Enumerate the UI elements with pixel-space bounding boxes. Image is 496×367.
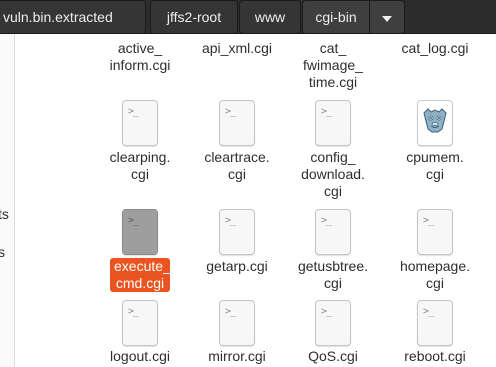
file-name: clearping. cgi bbox=[109, 149, 171, 182]
prompt-glyph: >_ bbox=[128, 306, 139, 317]
chevron-down-icon bbox=[382, 16, 392, 22]
file-name: api_xml.cgi bbox=[201, 40, 273, 56]
file-name: config_ download. cgi bbox=[301, 149, 365, 199]
file-name: cpumem. cgi bbox=[406, 149, 464, 182]
file-name: cat_ fwimage_ time.cgi bbox=[303, 40, 363, 90]
prompt-glyph: >_ bbox=[321, 106, 332, 117]
breadcrumb-label: jffs2-root bbox=[166, 9, 222, 25]
script-icon: >_ bbox=[122, 300, 158, 346]
file-manager-window: vuln.bin.extracted jffs2-root www cgi-bi… bbox=[0, 0, 496, 367]
breadcrumb-jffs2-root[interactable]: jffs2-root bbox=[150, 0, 238, 34]
prompt-glyph: >_ bbox=[225, 306, 236, 317]
camel-image-icon bbox=[417, 100, 453, 146]
sidebar: ts s bbox=[0, 34, 15, 367]
path-bar: vuln.bin.extracted jffs2-root www cgi-bi… bbox=[0, 0, 496, 34]
prompt-glyph: >_ bbox=[225, 215, 236, 226]
script-icon: >_ bbox=[315, 100, 351, 146]
prompt-glyph: >_ bbox=[423, 215, 434, 226]
breadcrumb-label: vuln.bin.extracted bbox=[3, 9, 113, 25]
script-icon: >_ bbox=[315, 209, 351, 255]
breadcrumb-label: www bbox=[254, 9, 286, 25]
file-name: active_ inform.cgi bbox=[109, 40, 171, 73]
prompt-glyph: >_ bbox=[321, 215, 332, 226]
breadcrumb-label: cgi-bin bbox=[315, 9, 357, 25]
file-name: getarp.cgi bbox=[206, 258, 268, 274]
camel-logo-icon bbox=[419, 102, 451, 144]
file-name: reboot.cgi bbox=[404, 348, 466, 364]
breadcrumb-cgi-bin[interactable]: cgi-bin bbox=[302, 0, 370, 34]
prompt-glyph: >_ bbox=[321, 306, 332, 317]
file-name: cat_log.cgi bbox=[401, 40, 469, 56]
script-icon: >_ bbox=[315, 300, 351, 346]
breadcrumb-www[interactable]: www bbox=[239, 0, 301, 34]
file-name: getusbtree. cgi bbox=[297, 258, 369, 291]
prompt-glyph: >_ bbox=[225, 106, 236, 117]
script-icon: >_ bbox=[122, 100, 158, 146]
script-icon: >_ bbox=[417, 209, 453, 255]
file-name: logout.cgi bbox=[110, 348, 170, 364]
script-icon: >_ bbox=[219, 100, 255, 146]
file-name: mirror.cgi bbox=[208, 348, 266, 364]
prompt-glyph: >_ bbox=[128, 106, 139, 117]
script-icon: >_ bbox=[417, 300, 453, 346]
script-icon: >_ bbox=[219, 300, 255, 346]
file-name: QoS.cgi bbox=[308, 348, 358, 364]
prompt-glyph: >_ bbox=[423, 306, 434, 317]
prompt-glyph: >_ bbox=[128, 215, 139, 226]
file-name: cleartrace. cgi bbox=[204, 149, 270, 182]
sidebar-item-label[interactable]: s bbox=[0, 244, 5, 260]
file-name: homepage. cgi bbox=[399, 258, 471, 291]
breadcrumb-menu-button[interactable] bbox=[370, 0, 405, 34]
file-grid: active_ inform.cgi api_xml.cgi cat_ fwim… bbox=[15, 34, 496, 367]
script-icon: >_ bbox=[122, 209, 158, 255]
script-icon: >_ bbox=[219, 209, 255, 255]
file-name: execute_ cmd.cgi bbox=[110, 258, 171, 292]
breadcrumb-vuln-bin-extracted[interactable]: vuln.bin.extracted bbox=[0, 0, 146, 34]
sidebar-item-label[interactable]: ts bbox=[0, 206, 9, 222]
